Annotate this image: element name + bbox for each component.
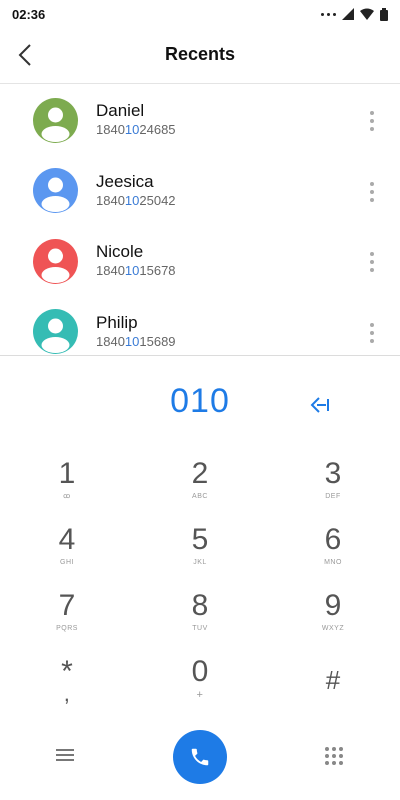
key-letters: , [63,681,71,706]
key-digit: 4 [58,523,76,556]
more-options-icon[interactable] [368,322,376,343]
avatar [33,309,78,355]
battery-icon [380,7,388,21]
wifi-icon [360,8,374,20]
key-8[interactable]: 8 TUV [155,590,245,650]
signal-icon [342,8,354,20]
contact-number: 18401015689 [96,333,176,349]
key-3[interactable]: 3 DEF [288,458,378,518]
key-digit: 2 [191,457,209,490]
contact-row-jeesica[interactable]: Jeesica 18401025042 [0,156,400,227]
bottom-bar [0,730,400,786]
avatar [33,97,78,143]
contact-row-daniel[interactable]: Daniel 18401024685 [0,85,400,156]
key-digit: # [325,665,341,695]
key-hash[interactable]: # [288,664,378,724]
page-title: Recents [164,44,236,64]
backspace-icon [310,397,329,413]
contact-name: Daniel [96,101,145,120]
contact-name: Jeesica [96,171,154,191]
call-button[interactable] [173,730,227,784]
contact-row-nicole[interactable]: Nicole 18401015678 [0,226,400,297]
more-notifications-icon [321,12,336,16]
dialed-number[interactable]: 010 [0,382,400,421]
dial-display: 010 [0,380,400,430]
contact-row-philip[interactable]: Philip 18401015689 [0,297,400,356]
voicemail-icon: ꝏ [63,493,71,500]
key-letters: JKL [193,559,207,566]
more-options-icon[interactable] [368,181,376,202]
menu-icon[interactable] [56,746,78,766]
key-5[interactable]: 5 JKL [155,524,245,584]
key-2[interactable]: 2 ABC [155,458,245,518]
key-digit: 3 [324,457,342,490]
contact-number: 18401025042 [96,192,176,208]
key-0[interactable]: 0 + [155,656,245,716]
avatar [33,168,78,214]
contact-name: Nicole [96,242,144,261]
status-bar: 02:36 [0,0,400,28]
key-6[interactable]: 6 MNO [288,524,378,584]
key-letters: DEF [325,493,341,500]
key-digit: 1 [58,457,76,490]
backspace-button[interactable] [306,390,336,420]
contact-name: Philip [96,312,138,332]
key-digit: 8 [191,589,209,622]
key-letters: MNO [324,559,342,566]
key-7[interactable]: 7 PQRS [22,590,112,650]
status-time: 02:36 [12,6,46,22]
key-letters: ABC [192,493,208,500]
key-letters: GHI [60,559,74,566]
key-digit: 5 [191,523,209,556]
app-header: Recents [0,28,400,84]
more-options-icon[interactable] [368,111,376,131]
avatar [33,238,78,284]
key-digit: 7 [58,589,76,622]
more-options-icon[interactable] [368,252,376,272]
key-letters: TUV [192,625,208,632]
key-letters: WXYZ [321,625,345,632]
divider [0,355,400,356]
phone-icon [191,748,209,766]
key-digit: 6 [324,523,342,556]
key-4[interactable]: 4 GHI [22,524,112,584]
key-1[interactable]: 1 ꝏ [22,458,112,518]
key-star[interactable]: * , [22,656,112,716]
recents-list: Daniel 18401024685 Jeesica 18401025042 N… [0,85,400,355]
key-letters: + [196,689,204,701]
status-icons [321,7,388,21]
key-9[interactable]: 9 WXYZ [288,590,378,650]
contact-number: 18401024685 [96,122,176,137]
dialpad-icon[interactable] [324,746,344,766]
contact-number: 18401015678 [96,263,176,278]
key-digit: 0 [191,655,209,688]
key-digit: 9 [324,589,342,622]
key-letters: PQRS [56,625,78,632]
